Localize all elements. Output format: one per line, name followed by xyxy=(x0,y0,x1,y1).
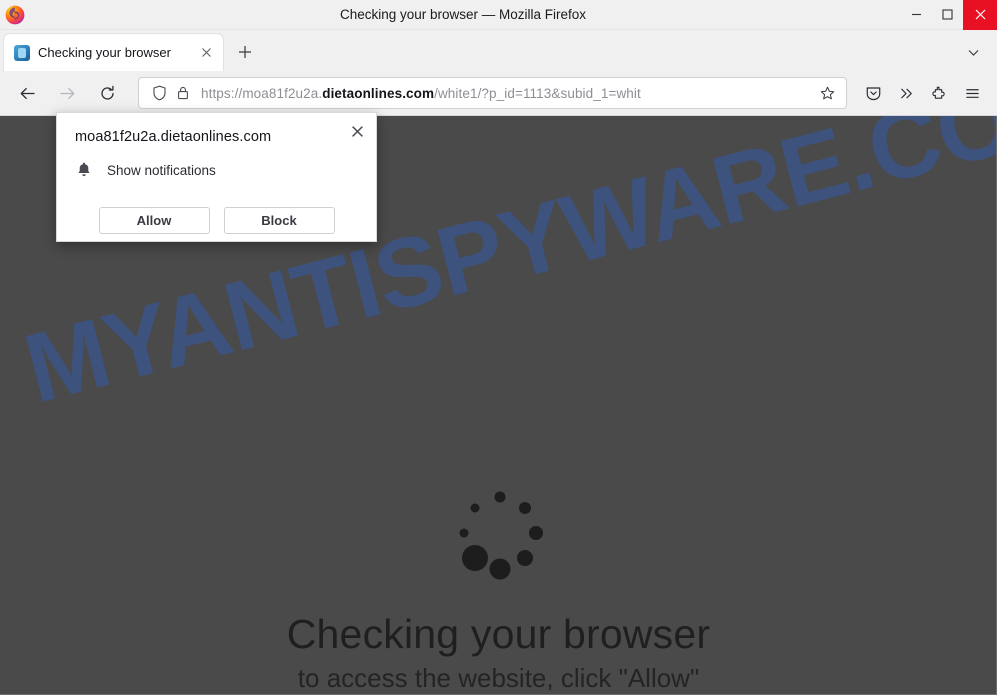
spinner-dot xyxy=(495,492,506,503)
shield-icon xyxy=(152,85,167,101)
spinner-dot xyxy=(519,502,531,514)
page-favicon-icon xyxy=(14,45,30,61)
address-bar[interactable]: https://moa81f2u2a.dietaonlines.com/whit… xyxy=(138,77,847,109)
overflow-menu-button[interactable] xyxy=(890,77,923,109)
navigation-toolbar: https://moa81f2u2a.dietaonlines.com/whit… xyxy=(0,71,997,116)
spinner-dot xyxy=(490,559,511,580)
new-tab-button[interactable] xyxy=(230,37,260,67)
back-button[interactable] xyxy=(10,77,44,109)
reload-button[interactable] xyxy=(90,77,124,109)
arrow-right-icon xyxy=(59,85,76,102)
double-chevron-right-icon xyxy=(898,85,915,102)
spinner-dot xyxy=(517,550,533,566)
pocket-button[interactable] xyxy=(857,77,890,109)
loading-spinner-icon xyxy=(455,488,545,578)
star-icon xyxy=(820,86,835,101)
extensions-button[interactable] xyxy=(923,77,956,109)
plus-icon xyxy=(238,45,252,59)
page-headline: Checking your browser xyxy=(0,611,997,658)
close-icon xyxy=(351,125,364,138)
popup-permission-row: Show notifications xyxy=(75,161,216,179)
block-button[interactable]: Block xyxy=(224,207,335,234)
arrow-left-icon xyxy=(19,85,36,102)
spinner-dot xyxy=(470,503,479,512)
popup-close-button[interactable] xyxy=(344,118,370,144)
forward-button[interactable] xyxy=(50,77,84,109)
padlock-icon xyxy=(176,85,190,101)
url-domain: dietaonlines.com xyxy=(322,86,434,101)
maximize-button[interactable] xyxy=(932,0,963,30)
allow-button[interactable]: Allow xyxy=(99,207,210,234)
notification-permission-popup: moa81f2u2a.dietaonlines.com Show notific… xyxy=(56,112,377,242)
title-bar: Checking your browser — Mozilla Firefox xyxy=(0,0,997,30)
popup-actions: Allow Block xyxy=(57,207,376,234)
popup-permission-label: Show notifications xyxy=(107,163,216,178)
window-title: Checking your browser — Mozilla Firefox xyxy=(25,7,901,22)
minimize-icon xyxy=(911,9,922,20)
pocket-icon xyxy=(865,85,882,102)
page-subheadline: to access the website, click "Allow" xyxy=(0,663,997,694)
tracking-protection-shield-button[interactable] xyxy=(147,81,171,105)
hamburger-menu-icon xyxy=(964,85,981,102)
window-controls xyxy=(901,0,997,30)
close-icon xyxy=(975,9,986,20)
spinner-dot xyxy=(460,529,469,538)
tab-title: Checking your browser xyxy=(38,45,195,60)
tab-close-button[interactable] xyxy=(195,42,217,64)
url-path-query: /white1/?p_id=1113&subid_1=whit xyxy=(434,86,641,101)
chevron-down-icon xyxy=(967,46,980,59)
firefox-logo xyxy=(5,5,25,25)
address-bar-url[interactable]: https://moa81f2u2a.dietaonlines.com/whit… xyxy=(201,86,814,101)
spinner-dot xyxy=(529,526,543,540)
site-security-lock-button[interactable] xyxy=(171,81,195,105)
popup-host-name: moa81f2u2a.dietaonlines.com xyxy=(75,129,271,145)
tab-strip: Checking your browser xyxy=(0,30,997,71)
minimize-button[interactable] xyxy=(901,0,932,30)
list-all-tabs-button[interactable] xyxy=(958,37,988,67)
bell-icon xyxy=(75,161,93,179)
close-button[interactable] xyxy=(963,0,997,30)
puzzle-piece-icon xyxy=(931,85,948,102)
bookmark-button[interactable] xyxy=(814,80,840,106)
reload-icon xyxy=(99,85,116,102)
url-scheme-subdomain: https://moa81f2u2a. xyxy=(201,86,322,101)
application-menu-button[interactable] xyxy=(956,77,989,109)
maximize-icon xyxy=(942,9,953,20)
browser-window: Checking your browser — Mozilla Firefox xyxy=(0,0,997,695)
tab-checking-your-browser[interactable]: Checking your browser xyxy=(4,34,223,71)
spinner-dot xyxy=(462,545,488,571)
tab-close-icon xyxy=(201,47,212,58)
